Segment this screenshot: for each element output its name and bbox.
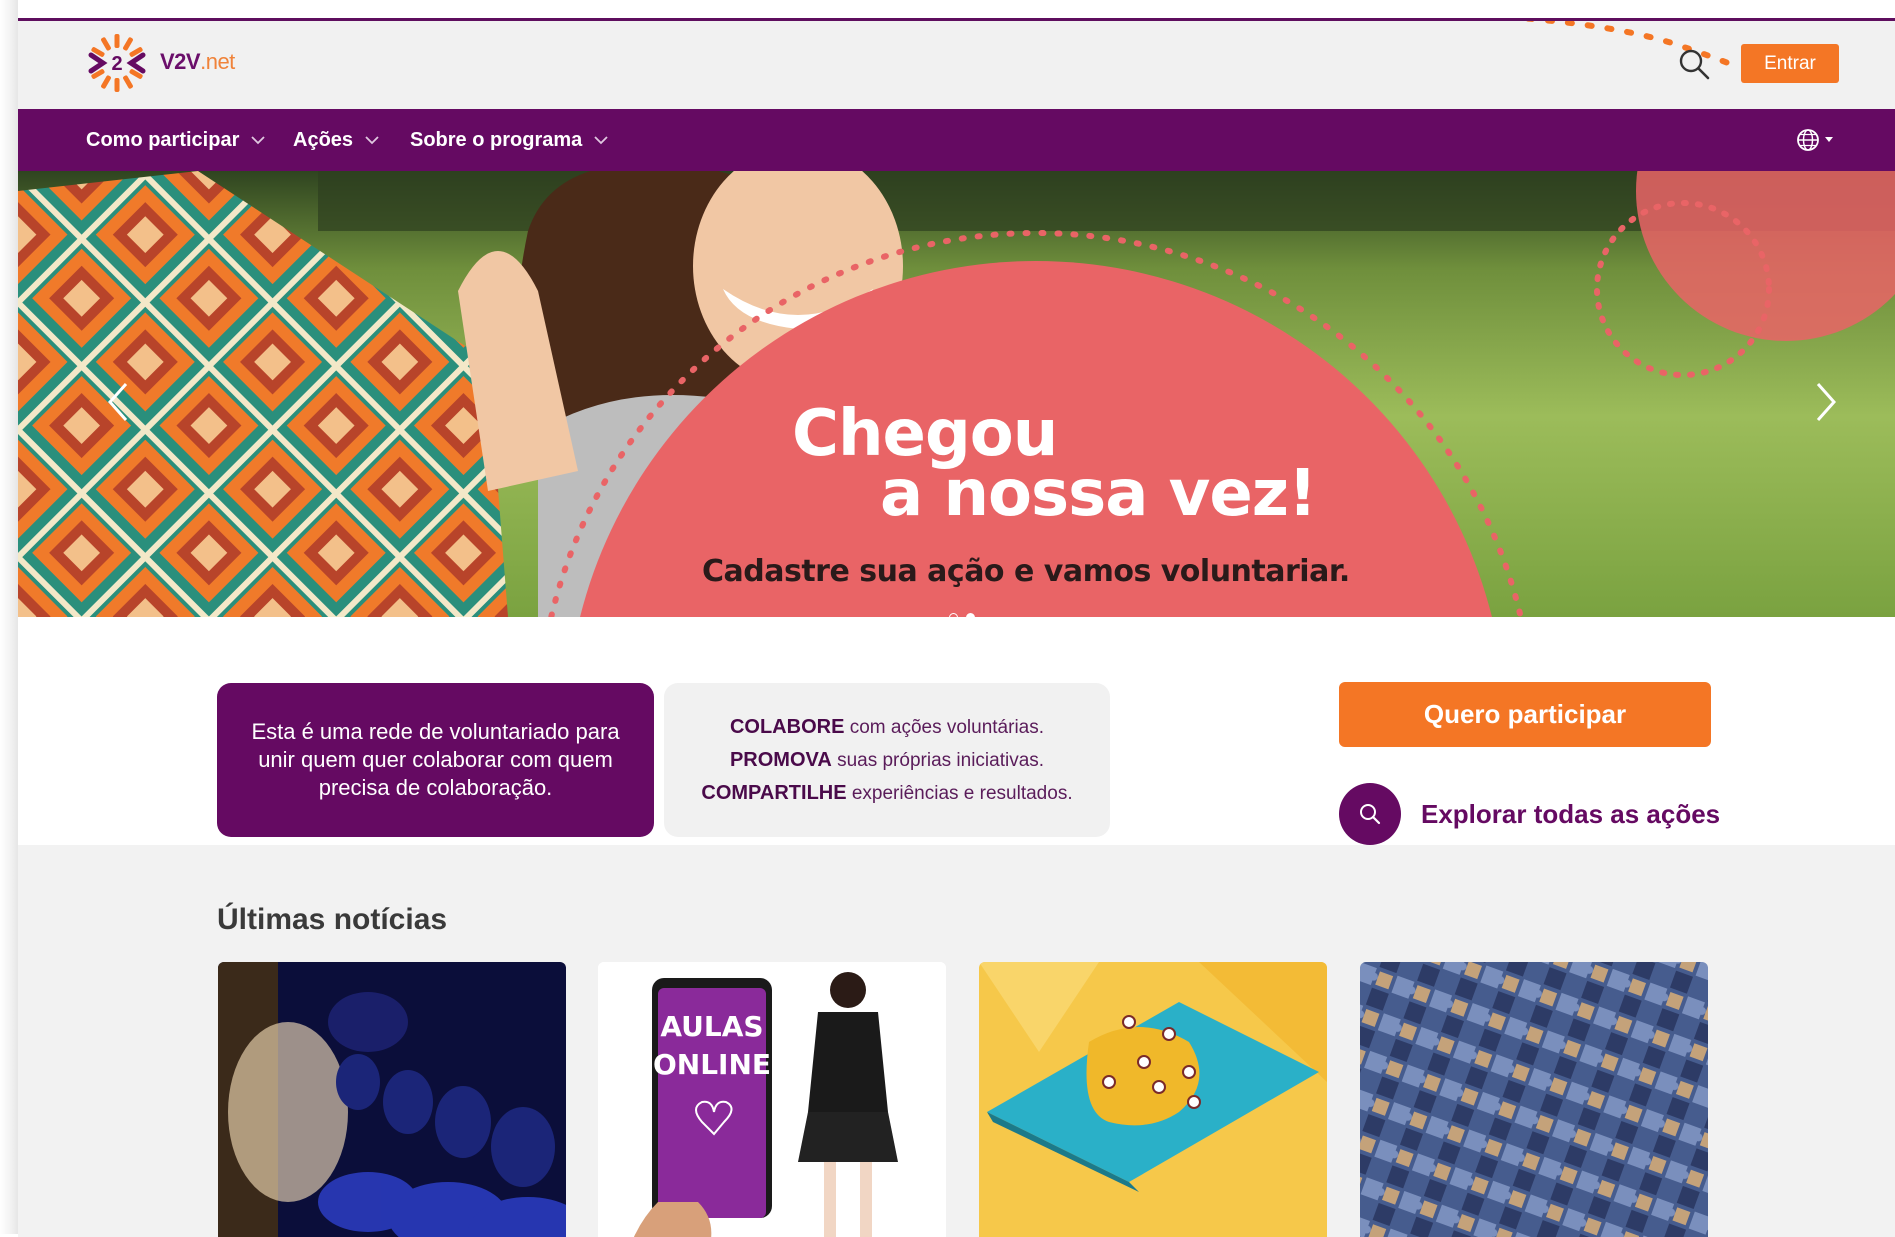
login-button[interactable]: Entrar [1741, 44, 1839, 83]
news-card[interactable] [218, 962, 566, 1237]
ballet-dancers-image [218, 962, 566, 1237]
search-icon[interactable] [1676, 46, 1712, 82]
news-section: Últimas notícias AULAS ONLINE [18, 845, 1895, 1237]
feature-keyword: PROMOVA [729, 748, 832, 771]
svg-text:2: 2 [111, 53, 122, 75]
language-globe-icon[interactable] [1793, 125, 1837, 155]
feature-line: COMPARTILHE experiências e resultados. [701, 782, 1072, 805]
intro-section: Esta é uma rede de voluntariado para uni… [18, 617, 1895, 845]
main-nav: Como participar Ações Sobre o programa [18, 109, 1895, 171]
logo-icon[interactable]: 2 [86, 32, 148, 94]
card-text-line1: AULAS [660, 1010, 763, 1043]
page: 2 V2V.net Entrar Como participar Ações S… [18, 18, 1895, 1237]
description-card: Esta é uma rede de voluntariado para uni… [217, 683, 654, 837]
nav-como-participar[interactable]: Como participar [86, 109, 265, 171]
dotted-line-decoration [1520, 21, 1736, 68]
explore-label: Explorar todas as ações [1421, 798, 1721, 829]
window-edge [0, 0, 18, 1234]
nav-sobre-o-programa[interactable]: Sobre o programa [410, 109, 608, 171]
explore-actions-link[interactable]: Explorar todas as ações [1339, 783, 1720, 845]
news-card[interactable] [979, 962, 1327, 1237]
next-slide-icon[interactable] [1810, 380, 1840, 424]
hero-banner: Chegou a nossa vez! Cadastre sua ação e … [18, 171, 1895, 617]
brand-main: V2V [160, 49, 201, 74]
feature-line: PROMOVA suas próprias iniciativas. [730, 749, 1044, 772]
nav-label: Ações [293, 129, 354, 151]
hero-subtitle: Cadastre sua ação e vamos voluntariar. [702, 554, 1350, 589]
description-text: Esta é uma rede de voluntariado para uni… [251, 719, 620, 800]
feature-text: suas próprias iniciativas. [831, 749, 1045, 771]
previous-slide-icon[interactable] [104, 380, 134, 424]
feature-keyword: COMPARTILHE [701, 781, 847, 804]
news-card[interactable] [1360, 962, 1708, 1237]
news-card[interactable]: AULAS ONLINE [598, 962, 946, 1237]
feature-line: COLABORE com ações voluntárias. [730, 716, 1044, 739]
explore-circle [1339, 783, 1401, 845]
map-image [979, 962, 1327, 1237]
top-bar: 2 V2V.net Entrar [18, 21, 1895, 109]
brand-name[interactable]: V2V.net [160, 49, 235, 75]
nav-acoes[interactable]: Ações [293, 109, 379, 171]
chevron-down-icon [365, 136, 379, 145]
news-title: Últimas notícias [217, 903, 448, 936]
puzzle-image [1360, 962, 1708, 1237]
chevron-down-icon [251, 136, 265, 145]
search-icon [1360, 804, 1381, 825]
feature-keyword: COLABORE [729, 715, 845, 738]
nav-label: Sobre o programa [410, 129, 583, 151]
hero-title-line2: a nossa vez! [880, 457, 1317, 531]
feature-text: experiências e resultados. [846, 782, 1073, 804]
nav-label: Como participar [86, 129, 240, 151]
hero-image [18, 171, 1895, 617]
card-text-line2: ONLINE [653, 1048, 771, 1081]
participate-button[interactable]: Quero participar [1339, 682, 1711, 747]
online-classes-image: AULAS ONLINE [598, 962, 946, 1237]
chevron-down-icon [594, 136, 608, 145]
features-card: COLABORE com ações voluntárias. PROMOVA … [664, 683, 1110, 837]
brand-suffix: .net [200, 49, 235, 74]
feature-text: com ações voluntárias. [844, 716, 1045, 738]
